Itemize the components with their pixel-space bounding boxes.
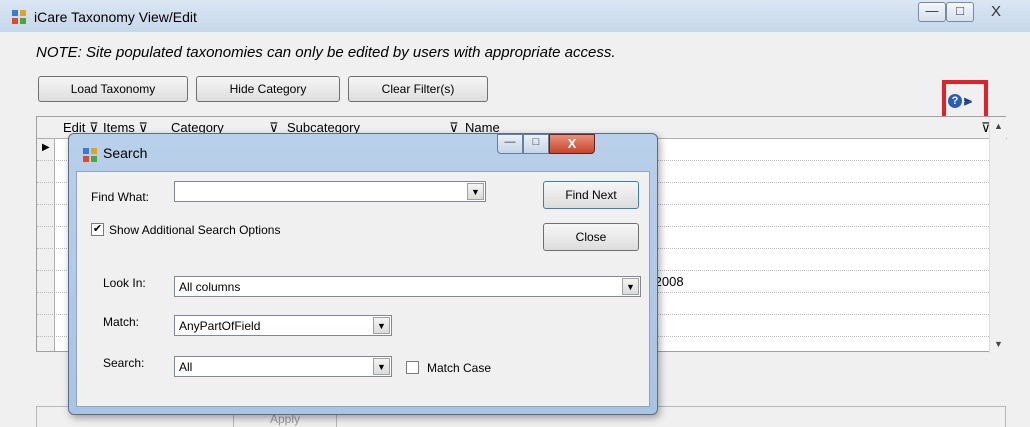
search-dialog: Search — □ X Find What: ▼ Find Next Clos…: [68, 133, 658, 415]
binoculars-icon[interactable]: ⫸: [964, 92, 972, 109]
chevron-down-icon[interactable]: ▼: [467, 183, 484, 200]
show-additional-checkbox[interactable]: ✔: [91, 223, 104, 236]
hide-category-button[interactable]: Hide Category: [196, 76, 340, 102]
match-case-checkbox[interactable]: [406, 361, 419, 374]
look-in-label: Look In:: [103, 276, 146, 290]
scroll-up-icon[interactable]: ▲: [994, 121, 1003, 131]
look-in-combo[interactable]: All columns ▼: [174, 276, 641, 297]
match-value: AnyPartOfField: [179, 319, 261, 333]
window-titlebar[interactable]: iCare Taxonomy View/Edit — □ X: [0, 0, 1030, 32]
dialog-app-icon: [83, 148, 97, 162]
dialog-minimize-button[interactable]: —: [497, 134, 523, 154]
find-what-combo[interactable]: ▼: [174, 181, 486, 202]
app-icon: [12, 10, 26, 24]
chevron-down-icon[interactable]: ▼: [373, 317, 390, 334]
match-label: Match:: [103, 315, 140, 329]
search-label: Search:: [103, 356, 145, 370]
close-window-button[interactable]: X: [974, 2, 1018, 22]
maximize-icon: □: [532, 136, 540, 148]
close-button[interactable]: Close: [543, 223, 639, 251]
find-what-label: Find What:: [91, 190, 150, 204]
dialog-close-button[interactable]: X: [549, 134, 595, 154]
maximize-icon: □: [956, 3, 964, 18]
window-title: iCare Taxonomy View/Edit: [34, 9, 197, 25]
current-row-icon: ▶: [42, 142, 50, 153]
load-taxonomy-button[interactable]: Load Taxonomy: [38, 76, 188, 102]
minimize-icon: —: [925, 3, 939, 18]
minimize-icon: —: [504, 136, 516, 148]
chevron-down-icon[interactable]: ▼: [622, 278, 639, 295]
maximize-button[interactable]: □: [946, 2, 974, 22]
clear-filters-button[interactable]: Clear Filter(s): [348, 76, 488, 102]
dialog-maximize-button[interactable]: □: [523, 134, 549, 154]
chevron-down-icon[interactable]: ▼: [373, 358, 390, 375]
search-scope-combo[interactable]: All ▼: [174, 356, 392, 377]
help-icon[interactable]: ?: [948, 94, 962, 108]
close-icon: X: [990, 3, 1001, 20]
look-in-value: All columns: [179, 280, 241, 294]
find-next-button[interactable]: Find Next: [543, 181, 639, 209]
match-combo[interactable]: AnyPartOfField ▼: [174, 315, 392, 336]
match-case-label[interactable]: Match Case: [427, 361, 491, 375]
minimize-button[interactable]: —: [918, 2, 946, 22]
dialog-body: Find What: ▼ Find Next Close ✔ Show Addi…: [76, 171, 650, 407]
access-note: NOTE: Site populated taxonomies can only…: [36, 44, 616, 61]
scroll-down-icon[interactable]: ▼: [994, 339, 1003, 349]
vertical-scrollbar[interactable]: ▲ ▼: [989, 117, 1006, 353]
search-scope-value: All: [179, 360, 193, 374]
dialog-title: Search: [103, 145, 148, 161]
show-additional-label[interactable]: Show Additional Search Options: [109, 223, 280, 237]
